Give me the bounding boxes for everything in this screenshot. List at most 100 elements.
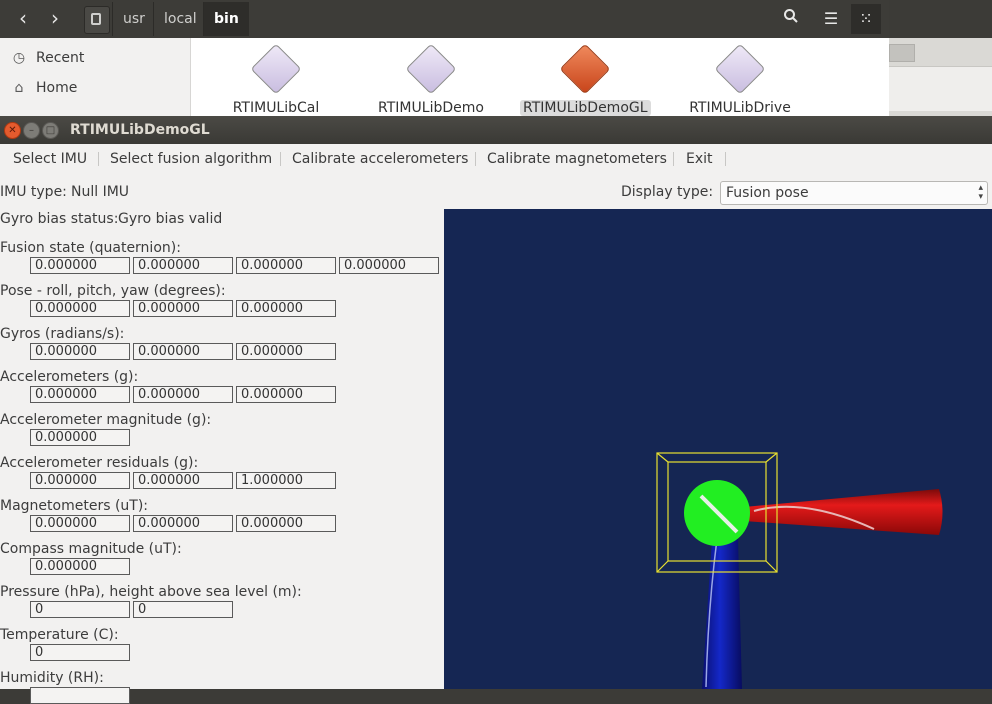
menu-separator	[673, 152, 674, 166]
menu-calibrate-accelerometers[interactable]: Calibrate accelerometers	[292, 144, 468, 174]
readout-value-field: 0.000000	[133, 300, 233, 317]
window-titlebar: ✕ – □ RTIMULibDemoGL	[0, 116, 992, 144]
readout-value-field: 0.000000	[30, 558, 130, 575]
breadcrumb-local[interactable]: local	[153, 2, 207, 36]
sidebar-item-label: Recent	[36, 50, 85, 66]
file-name: RTIMULibCal	[232, 100, 320, 116]
readout-value-field: 0.000000	[30, 515, 130, 532]
readout-label: Pressure (hPa), height above sea level (…	[0, 584, 302, 600]
pose-x-axis	[744, 489, 943, 535]
back-button[interactable]: ‹	[8, 4, 38, 34]
home-icon: ⌂	[14, 80, 24, 96]
readout-value-field: 0.000000	[30, 257, 130, 274]
readout-value-field: 0.000000	[133, 343, 233, 360]
background-window-tab	[889, 44, 915, 62]
readout-value-field: 0.000000	[236, 300, 336, 317]
pose-box-edge	[765, 560, 778, 573]
sidebar-item-home[interactable]: ⌂ Home	[10, 74, 78, 102]
places-sidebar: ◷ Recent ⌂ Home	[0, 38, 191, 116]
readout-value-field: 0.000000	[236, 386, 336, 403]
readout-value-field	[30, 687, 130, 704]
readout-value-field: 0	[30, 601, 130, 618]
file-name: RTIMULibDrive	[689, 100, 791, 116]
file-name: RTIMULibDemoGL	[520, 100, 651, 116]
file-manager-header: ‹ › usr local bin ☰ ⁙	[0, 0, 889, 38]
updown-arrow-icon: ▴ ▾	[978, 183, 983, 202]
readout-value-field: 0	[30, 644, 130, 661]
display-type-value: Fusion pose	[726, 185, 809, 201]
list-view-icon: ☰	[823, 9, 839, 28]
sidebar-item-label: Home	[36, 80, 78, 96]
readout-label: Compass magnitude (uT):	[0, 541, 182, 557]
readout-label: Fusion state (quaternion):	[0, 240, 181, 256]
readout-value-field: 0.000000	[339, 257, 439, 274]
menu-calibrate-magnetometers[interactable]: Calibrate magnetometers	[487, 144, 667, 174]
pose-box-edge	[656, 560, 669, 573]
gyro-bias-value: Gyro bias valid	[118, 211, 223, 227]
menu-select-fusion-algorithm[interactable]: Select fusion algorithm	[110, 144, 272, 174]
readout-label: Humidity (RH):	[0, 670, 104, 686]
readout-label: Temperature (C):	[0, 627, 119, 643]
breadcrumb-usr[interactable]: usr	[112, 2, 155, 36]
readout-label: Gyros (radians/s):	[0, 326, 125, 342]
chevron-left-icon: ‹	[19, 6, 27, 30]
location-icon	[91, 13, 101, 25]
close-icon: ✕	[8, 125, 17, 136]
file-item[interactable]: RTIMULibDemo	[366, 43, 496, 116]
readout-label: Accelerometers (g):	[0, 369, 139, 385]
pose-box-edge	[656, 452, 669, 463]
grid-view-icon: ⁙	[859, 9, 873, 28]
list-view-button[interactable]: ☰	[816, 4, 846, 34]
forward-button[interactable]: ›	[40, 4, 70, 34]
menu-separator	[280, 152, 281, 166]
breadcrumb-bin[interactable]: bin	[203, 2, 249, 36]
gl-viewport	[444, 209, 992, 689]
file-view: RTIMULibCal RTIMULibDemo RTIMULibDemoGL …	[191, 38, 889, 116]
chevron-right-icon: ›	[51, 6, 59, 30]
maximize-icon: □	[45, 125, 56, 136]
pose-box-edge	[765, 452, 778, 463]
pose-render	[656, 452, 943, 689]
gyro-bias-label: Gyro bias status:	[0, 211, 119, 227]
readout-value-field: 0.000000	[30, 472, 130, 489]
imu-type-value: Null IMU	[71, 184, 130, 200]
display-type-select[interactable]: Fusion pose ▴ ▾	[720, 181, 988, 205]
menu-select-imu[interactable]: Select IMU	[13, 144, 87, 174]
sidebar-item-recent[interactable]: ◷ Recent	[10, 44, 85, 72]
menu-separator	[475, 152, 476, 166]
readout-value-field: 0.000000	[30, 429, 130, 446]
close-button[interactable]: ✕	[4, 122, 21, 139]
file-item[interactable]: RTIMULibCal	[211, 43, 341, 116]
readout-value-field: 0	[133, 601, 233, 618]
file-item[interactable]: RTIMULibDrive	[675, 43, 805, 116]
readout-label: Pose - roll, pitch, yaw (degrees):	[0, 283, 226, 299]
file-manager-window: ‹ › usr local bin ☰ ⁙ ◷ Recent ⌂ Home RTIM…	[0, 0, 889, 116]
grid-view-button[interactable]: ⁙	[851, 4, 881, 34]
readout-label: Accelerometer residuals (g):	[0, 455, 199, 471]
location-toggle-button[interactable]	[84, 6, 110, 34]
readout-value-field: 0.000000	[236, 515, 336, 532]
executable-icon	[405, 43, 457, 95]
menu-exit[interactable]: Exit	[686, 144, 713, 174]
menu-separator	[98, 152, 99, 166]
file-item-selected[interactable]: RTIMULibDemoGL	[520, 43, 651, 116]
executable-icon	[559, 43, 611, 95]
executable-icon	[714, 43, 766, 95]
minimize-button[interactable]: –	[23, 122, 40, 139]
main-window: Select IMU Select fusion algorithm Calib…	[0, 144, 992, 704]
search-button[interactable]	[776, 4, 806, 34]
readout-value-field: 0.000000	[30, 386, 130, 403]
minimize-icon: –	[29, 125, 34, 136]
display-type-label: Display type:	[621, 184, 714, 200]
clock-icon: ◷	[12, 50, 26, 66]
readout-value-field: 0.000000	[133, 472, 233, 489]
readout-label: Accelerometer magnitude (g):	[0, 412, 212, 428]
background-window-panel	[889, 66, 992, 111]
readout-value-field: 0.000000	[236, 343, 336, 360]
background-window	[889, 0, 992, 116]
executable-icon	[250, 43, 302, 95]
readout-value-field: 0.000000	[133, 386, 233, 403]
readout-value-field: 0.000000	[236, 257, 336, 274]
maximize-button[interactable]: □	[42, 122, 59, 139]
readout-panel: Fusion state (quaternion): 0.000000 0.0000…	[0, 238, 444, 704]
